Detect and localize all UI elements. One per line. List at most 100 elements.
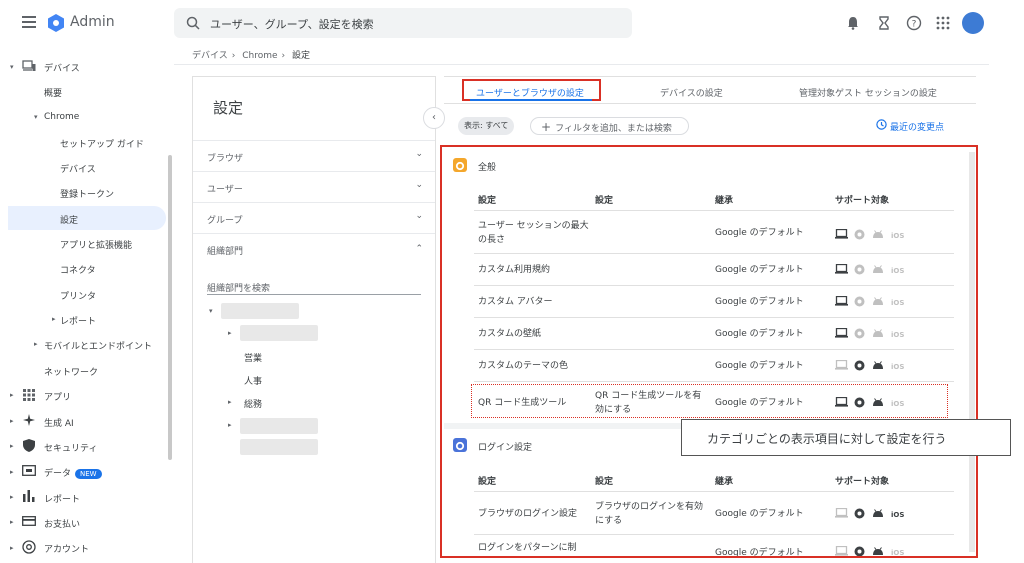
tab-device-settings[interactable]: デバイスの設定 (660, 86, 723, 99)
admin-logo-icon (48, 14, 64, 32)
chevron-right-icon[interactable]: ▸ (10, 544, 14, 552)
redacted-org-unit[interactable] (240, 418, 318, 434)
tab-divider (444, 103, 976, 104)
search-bar[interactable]: ユーザー、グループ、設定を検索 (174, 8, 632, 38)
chevron-down-icon: ⌄ (415, 149, 423, 159)
category-label: ブラウザ (207, 154, 244, 164)
sidebar-item-apps[interactable]: アプリ (44, 390, 71, 403)
chevron-right-icon[interactable]: ▸ (10, 442, 14, 450)
top-bar: Admin ユーザー、グループ、設定を検索 ? (0, 0, 1024, 46)
chevron-right-icon[interactable]: ▸ (34, 340, 38, 348)
sidebar-item-security[interactable]: セキュリティ (44, 441, 97, 454)
sidebar-item-settings[interactable]: 設定 (8, 206, 166, 230)
sidebar-item-billing[interactable]: お支払い (44, 517, 80, 530)
filter-chip-show-all[interactable]: 表示: すべて (458, 117, 515, 135)
add-filter-label: フィルタを追加、または検索 (555, 124, 672, 134)
help-icon[interactable]: ? (906, 15, 922, 31)
chevron-down-icon[interactable]: ▾ (10, 63, 14, 71)
sidebar-item-data-label: データ (44, 469, 72, 479)
search-icon (186, 16, 200, 30)
tab-highlight-box (462, 79, 601, 101)
menu-icon[interactable] (22, 16, 36, 28)
org-unit-search-input[interactable]: 組織部門を検索 (207, 281, 421, 295)
breadcrumb-current: 設定 (292, 51, 311, 61)
category-users[interactable]: ユーザー ⌄ (193, 171, 435, 202)
active-tab-indicator (470, 99, 592, 101)
search-input[interactable]: ユーザー、グループ、設定を検索 (210, 16, 374, 32)
history-icon (876, 119, 887, 130)
sidebar-item-chrome-reports[interactable]: レポート (60, 314, 96, 327)
sidebar-item-chrome-devices[interactable]: デバイス (60, 162, 96, 175)
chevron-right-icon[interactable]: ▸ (52, 315, 56, 323)
breadcrumb-separator: › (231, 51, 236, 61)
redacted-org-unit[interactable] (240, 439, 318, 455)
sidebar-item-data[interactable]: データ NEW (44, 466, 102, 479)
breadcrumb-chrome[interactable]: Chrome (242, 51, 277, 61)
sidebar-item-enroll-tokens[interactable]: 登録トークン (60, 187, 114, 200)
bell-icon[interactable] (845, 15, 861, 31)
org-unit-general-affairs[interactable]: 総務 (244, 397, 262, 410)
sidebar-item-apps-extensions[interactable]: アプリと拡張機能 (60, 238, 132, 251)
category-browser[interactable]: ブラウザ ⌄ (193, 140, 435, 171)
chevron-down-icon: ⌄ (415, 180, 423, 190)
sidebar-item-account[interactable]: アカウント (44, 542, 89, 555)
chevron-down-icon[interactable]: ▾ (209, 307, 213, 315)
sidebar-item-chrome[interactable]: Chrome (44, 112, 79, 122)
org-unit-hr[interactable]: 人事 (244, 374, 262, 387)
apps-grid-icon (23, 389, 35, 401)
new-badge: NEW (75, 469, 102, 479)
sidebar-scrollbar[interactable] (168, 155, 172, 460)
breadcrumb: デバイス › Chrome › 設定 (192, 48, 314, 61)
chevron-right-icon[interactable]: ▸ (10, 417, 14, 425)
collapse-panel-button[interactable]: ‹ (423, 107, 445, 129)
org-unit-sales[interactable]: 営業 (244, 351, 262, 364)
add-filter-input[interactable]: + フィルタを追加、または検索 (530, 117, 689, 135)
credit-card-icon (22, 516, 36, 526)
annotation-callout: カテゴリごとの表示項目に対して設定を行う (681, 419, 1011, 456)
panel-title: 設定 (213, 99, 244, 117)
at-sign-icon (22, 540, 36, 554)
chevron-right-icon[interactable]: ▸ (10, 518, 14, 526)
content-highlight-box (440, 145, 978, 558)
folder-icon (22, 465, 36, 476)
devices-icon (22, 60, 36, 71)
chevron-right-icon[interactable]: ▸ (228, 329, 232, 337)
settings-category-panel: 設定 ブラウザ ⌄ ユーザー ⌄ グループ ⌄ 組織部門 ⌃ 組織部門を検索 ▾ ▸ 営… (192, 76, 436, 563)
avatar[interactable] (962, 12, 984, 34)
tab-guest-session-settings[interactable]: 管理対象ゲスト セッションの設定 (799, 86, 937, 99)
category-org-units[interactable]: 組織部門 ⌃ (193, 233, 435, 264)
sidebar-item-network[interactable]: ネットワーク (44, 365, 98, 378)
brand-name: Admin (70, 14, 115, 30)
chevron-down-icon: ⌄ (415, 211, 423, 221)
chevron-up-icon: ⌃ (415, 244, 423, 254)
svg-text:?: ? (912, 20, 917, 30)
sidebar-item-reports[interactable]: レポート (44, 492, 80, 505)
breadcrumb-separator: › (281, 51, 286, 61)
breadcrumb-devices[interactable]: デバイス (192, 51, 228, 61)
chevron-right-icon[interactable]: ▸ (228, 421, 232, 429)
recent-changes-link[interactable]: 最近の変更点 (890, 120, 944, 133)
plus-icon: + (541, 120, 552, 134)
category-label: グループ (207, 216, 243, 226)
category-label: ユーザー (207, 185, 243, 195)
chevron-right-icon[interactable]: ▸ (228, 398, 232, 406)
sidebar-item-printers[interactable]: プリンタ (60, 289, 96, 302)
apps-grid-icon[interactable] (935, 15, 951, 31)
chevron-right-icon[interactable]: ▸ (10, 468, 14, 476)
sidebar-item-connectors[interactable]: コネクタ (60, 263, 96, 276)
sidebar-item-gen-ai[interactable]: 生成 AI (44, 416, 74, 429)
sidebar-item-overview[interactable]: 概要 (44, 86, 62, 99)
sidebar-item-mobile[interactable]: モバイルとエンドポイント (44, 339, 152, 352)
category-label: 組織部門 (207, 247, 244, 257)
category-groups[interactable]: グループ ⌄ (193, 202, 435, 233)
sidebar-item-devices[interactable]: デバイス (44, 61, 80, 74)
chevron-right-icon[interactable]: ▸ (10, 391, 14, 399)
redacted-org-unit[interactable] (221, 303, 299, 319)
sparkle-icon (23, 414, 35, 426)
bar-chart-icon (23, 490, 35, 502)
redacted-org-unit[interactable] (240, 325, 318, 341)
chevron-down-icon[interactable]: ▾ (34, 113, 38, 121)
chevron-right-icon[interactable]: ▸ (10, 493, 14, 501)
hourglass-icon[interactable] (876, 15, 892, 31)
sidebar-item-setup-guide[interactable]: セットアップ ガイド (60, 137, 144, 150)
